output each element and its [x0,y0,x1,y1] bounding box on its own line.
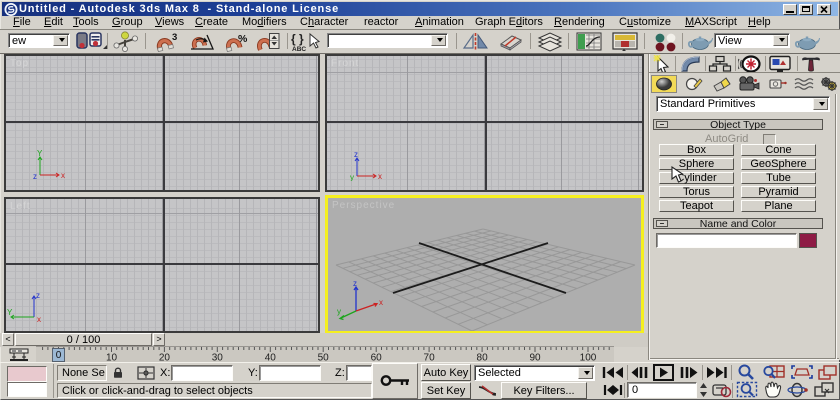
svg-text:Y: Y [7,308,13,317]
svg-text:z: z [33,172,37,180]
svg-text:{ }: { } [291,32,304,46]
svg-text:z: z [354,150,358,159]
svg-text:x: x [61,171,65,180]
svg-text:3: 3 [172,32,177,43]
svg-text:%: % [238,33,248,45]
svg-text:z: z [36,291,40,300]
svg-text:Y: Y [37,149,43,158]
svg-text:x: x [37,315,41,323]
svg-text:ABC: ABC [292,46,306,53]
svg-text:y: y [350,173,354,181]
svg-text:x: x [378,172,382,181]
